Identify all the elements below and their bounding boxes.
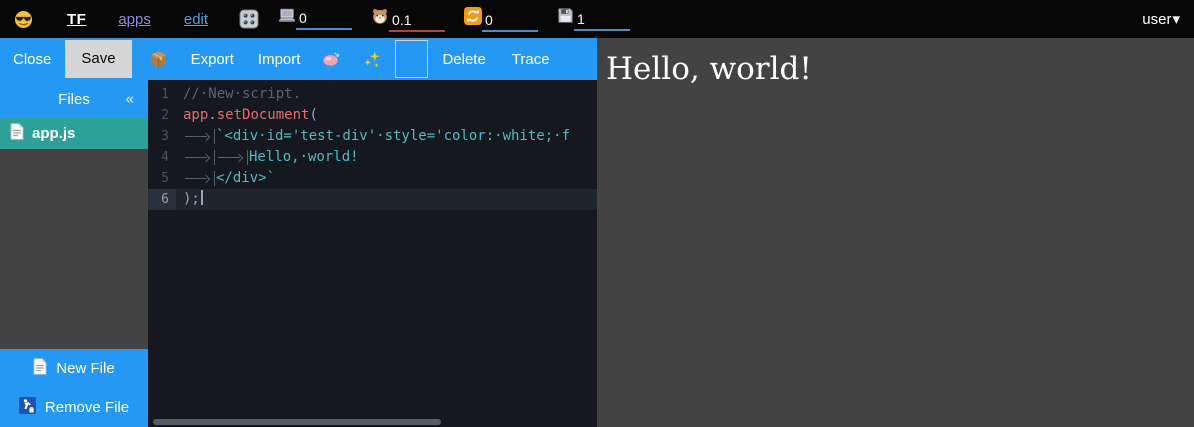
new-file-label: New File [56,360,114,377]
code-token: ); [183,191,200,207]
code-text: </div>` [176,168,275,189]
code-text: ); [176,189,203,210]
tab-whitespace-icon [183,126,216,147]
code-token: //·New·script. [183,86,301,102]
code-line[interactable]: 3 `<div·id='test-div'·style='color:·white… [148,126,597,147]
line-number: 1 [148,84,176,105]
user-menu[interactable]: user▾ [1142,10,1180,28]
export-button[interactable]: Export [185,51,240,68]
code-token: setDocument [217,107,310,123]
stat-value: 0 [296,10,352,30]
sparkles-icon[interactable] [363,50,382,69]
user-menu-label: user [1142,11,1171,28]
caret-down-icon: ▾ [1172,10,1180,28]
edit-link[interactable]: edit [184,11,208,28]
file-list-empty-area [0,149,148,349]
tab-whitespace-icon [183,147,216,168]
workspace: Files « app.js [0,80,597,427]
cpu-meter: 0 [278,8,352,30]
package-icon[interactable] [149,50,168,69]
line-number: 6 [148,189,176,210]
code-token: </div>` [216,170,275,186]
code-token: . [208,107,216,123]
remove-file-label: Remove File [45,399,129,416]
sidebar-actions: New File Remove File [0,349,148,427]
tab-whitespace-icon [183,168,216,189]
tab-whitespace-icon [216,147,249,168]
file-item-appjs[interactable]: app.js [0,118,148,149]
preview-pane: Hello, world! [597,38,1194,427]
text-cursor [201,190,203,205]
code-token: `<div·id='test-div'·style='color:·white;… [216,128,570,144]
files-header-label: Files [58,91,90,108]
collapse-sidebar-icon[interactable]: « [126,91,134,108]
document-icon [10,123,24,144]
sunglasses-face-icon [14,10,33,29]
sync-arrows-icon [464,7,482,32]
code-token: app [183,107,208,123]
code-line[interactable]: 1 //·New·script. [148,84,597,105]
code-editor[interactable]: 1//·New·script.2app.setDocument(3`<div·i… [148,80,597,427]
floppy-disk-icon [557,7,574,31]
dice-icon[interactable] [239,9,259,29]
apps-link[interactable]: apps [118,11,151,28]
editor-toolbar: Close Save Export Import [0,38,597,80]
preview-text: Hello, world! [606,51,1194,87]
litter-bin-icon [19,397,36,418]
line-number: 3 [148,126,176,147]
saves-meter: 1 [557,7,630,31]
new-file-icon [33,358,47,379]
remove-file-button[interactable]: Remove File [0,388,148,427]
hamster-icon [371,7,389,32]
line-number: 2 [148,105,176,126]
code-token: ( [309,107,317,123]
code-line[interactable]: 2app.setDocument( [148,105,597,126]
editor-panel: Close Save Export Import [0,38,597,427]
laptop-icon [278,8,296,30]
line-number: 5 [148,168,176,189]
line-number: 4 [148,147,176,168]
files-sidebar: Files « app.js [0,80,148,427]
screen: TF apps edit 0 [0,0,1194,427]
stat-value: 1 [574,11,630,31]
code-lines: 1//·New·script.2app.setDocument(3`<div·i… [148,84,597,210]
save-button[interactable]: Save [65,40,131,78]
sync-meter: 0 [464,7,538,32]
horizontal-scrollbar-thumb[interactable] [153,419,441,425]
code-line[interactable]: 6); [148,189,597,210]
code-text: //·New·script. [176,84,301,105]
code-line[interactable]: 4 Hello,·world! [148,147,597,168]
stat-value: 0 [482,12,538,32]
blank-button[interactable] [395,40,428,78]
code-line[interactable]: 5 </div>` [148,168,597,189]
file-name: app.js [32,125,75,142]
code-text: `<div·id='test-div'·style='color:·white;… [176,126,570,147]
hamster-meter: 0.1 [371,7,445,32]
stat-value: 0.1 [389,12,445,32]
code-text: app.setDocument( [176,105,318,126]
code-text: Hello,·world! [176,147,359,168]
code-token: Hello,·world! [249,149,359,165]
soap-icon[interactable] [322,51,341,67]
trace-button[interactable]: Trace [506,51,556,68]
brand-link[interactable]: TF [67,11,86,28]
new-file-button[interactable]: New File [0,349,148,388]
top-navigation-bar: TF apps edit 0 [0,0,1194,38]
files-header: Files « [0,80,148,118]
close-button[interactable]: Close [7,51,57,68]
delete-button[interactable]: Delete [436,51,491,68]
import-button[interactable]: Import [252,51,307,68]
